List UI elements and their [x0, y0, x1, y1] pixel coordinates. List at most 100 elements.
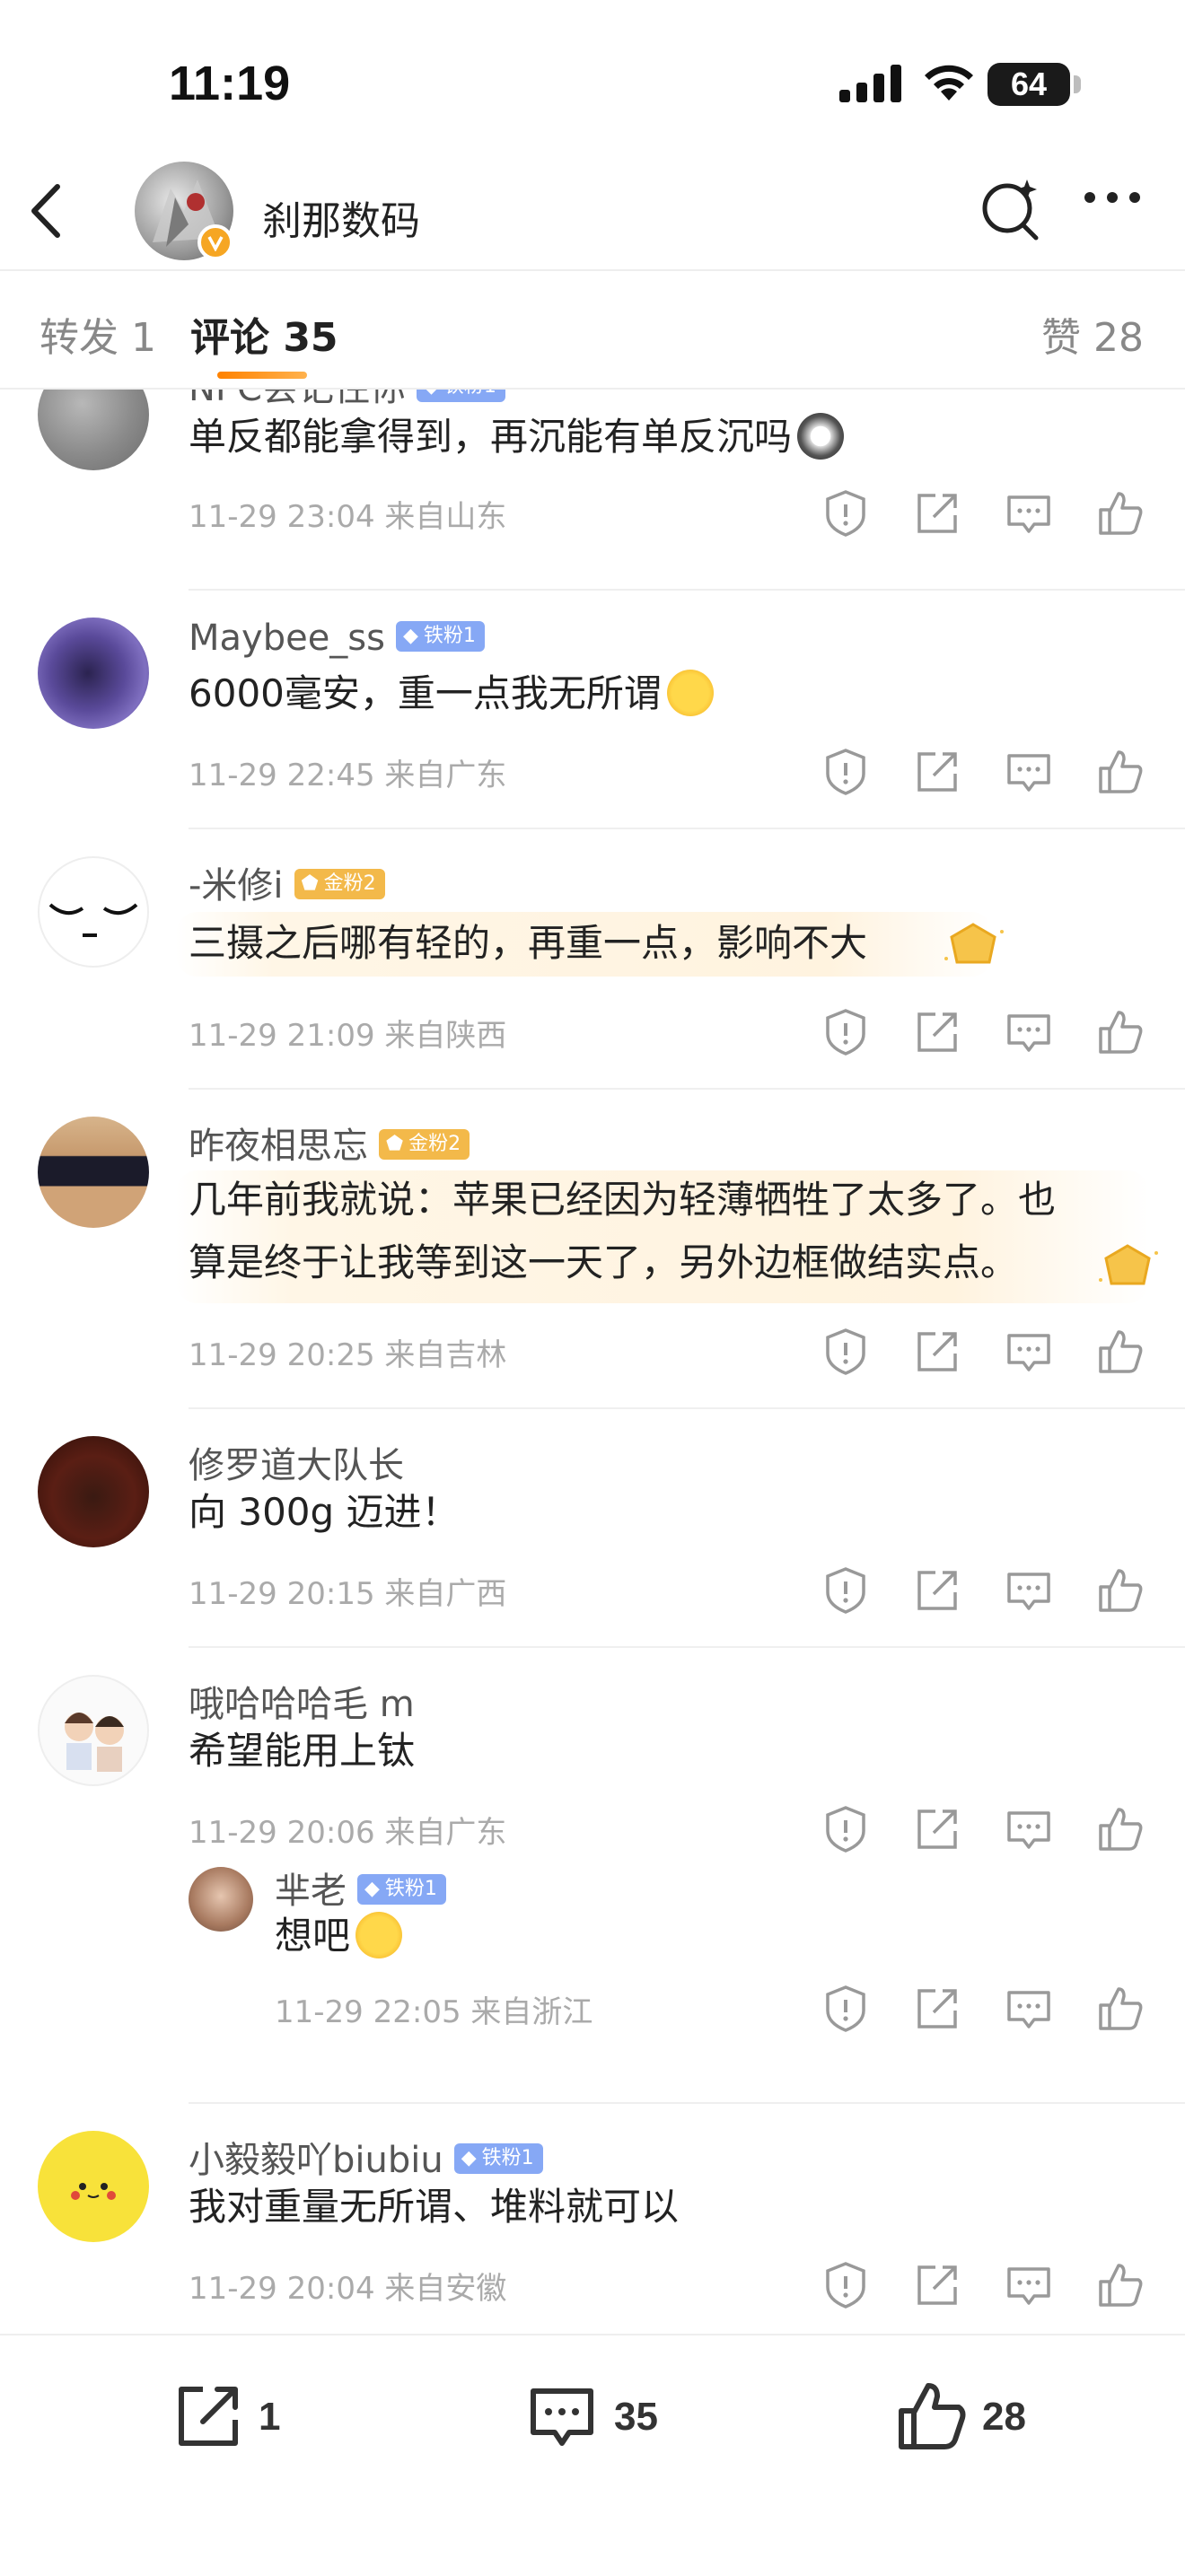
comment-text: 我对重量无所谓、堆料就可以 — [189, 2185, 680, 2229]
fan-badge: ◆铁粉1 — [357, 1874, 446, 1905]
comment-icon[interactable] — [1004, 1007, 1054, 1057]
comment-actions — [821, 488, 1153, 539]
share-icon[interactable] — [912, 1327, 962, 1377]
fan-badge: ◆铁粉1 — [395, 621, 485, 652]
search-icon[interactable] — [980, 176, 1043, 242]
user-avatar[interactable] — [38, 856, 149, 968]
comment-username[interactable]: 小毅毅吖biubiu ◆ 铁粉1 — [189, 2131, 543, 2183]
comment-meta: 11-29 20:04 来自安徽 — [189, 2264, 506, 2308]
comment-time: 11-29 22:05 — [275, 1994, 461, 2030]
user-avatar[interactable] — [38, 1675, 149, 1786]
share-icon[interactable] — [912, 1007, 962, 1057]
report-icon[interactable] — [821, 2260, 871, 2310]
heart-eyes-emoji-icon — [666, 669, 714, 716]
report-icon[interactable] — [821, 488, 871, 539]
fan-badge: ◆铁粉1 — [453, 2143, 543, 2174]
comment-location: 来自广西 — [384, 1576, 507, 1612]
like-icon[interactable] — [1095, 1327, 1146, 1377]
comment-location: 来自浙江 — [470, 1994, 593, 2030]
verified-badge-icon — [198, 224, 233, 260]
wifi-icon — [925, 65, 973, 101]
like-icon[interactable] — [1095, 1984, 1146, 2034]
gem-icon: ⬟ — [386, 1133, 404, 1155]
status-bar: 11:19 64 — [0, 0, 1185, 153]
report-icon[interactable] — [821, 1565, 871, 1616]
share-icon[interactable] — [912, 1984, 962, 2034]
diamond-icon: ◆ — [461, 2147, 477, 2169]
user-avatar[interactable] — [189, 1867, 253, 1932]
comment-username[interactable]: 修罗道大队长 — [189, 1436, 404, 1488]
comment-meta: 11-29 22:05 来自浙江 — [275, 1987, 592, 2031]
comment-username[interactable]: Maybee_ss ◆ 铁粉1 — [189, 618, 485, 659]
like-icon[interactable] — [1095, 1565, 1146, 1616]
battery-icon: 64 — [988, 63, 1070, 106]
share-icon[interactable] — [912, 1565, 962, 1616]
comment-meta: 11-29 22:45 来自广东 — [189, 750, 506, 794]
like-icon[interactable] — [1095, 1007, 1146, 1057]
report-icon[interactable] — [821, 747, 871, 797]
user-avatar[interactable] — [38, 618, 149, 729]
comment-icon[interactable] — [1004, 1804, 1054, 1854]
comment-text-content: 6000毫安，重一点我无所谓 — [189, 671, 662, 715]
panda-emoji-icon — [797, 412, 845, 460]
user-avatar[interactable] — [38, 2131, 149, 2242]
comment-meta: 11-29 20:25 来自吉林 — [189, 1330, 506, 1374]
comment-meta: 11-29 21:09 来自陕西 — [189, 1011, 506, 1055]
share-icon[interactable] — [912, 2260, 962, 2310]
tab-reposts[interactable]: 转发 1 — [40, 305, 156, 363]
fan-badge: ⬟ 金粉2 — [379, 1129, 470, 1160]
comment-icon[interactable] — [1004, 2260, 1054, 2310]
comment-icon[interactable] — [1004, 1984, 1054, 2034]
tab-likes[interactable]: 赞 28 — [1041, 305, 1144, 363]
comment-divider — [189, 828, 1185, 829]
comment-location: 来自安徽 — [384, 2271, 507, 2307]
comment-button[interactable]: 35 — [524, 2377, 686, 2458]
like-icon[interactable] — [1095, 747, 1146, 797]
tab-bar: 转发 1 评论 35 赞 28 — [0, 269, 1185, 390]
comment-location: 来自陕西 — [384, 1018, 507, 1054]
comment-username[interactable]: 昨夜相思忘 ⬟ 金粉2 — [189, 1117, 470, 1169]
report-icon[interactable] — [821, 1804, 871, 1854]
repost-count: 1 — [259, 2395, 281, 2439]
comment-icon[interactable] — [1004, 1565, 1054, 1616]
comment-time: 11-29 21:09 — [189, 1018, 375, 1054]
comment-actions — [821, 747, 1153, 797]
comment-location: 来自山东 — [384, 499, 507, 535]
repost-button[interactable]: 1 — [171, 2377, 296, 2458]
report-icon[interactable] — [821, 1327, 871, 1377]
back-icon[interactable] — [27, 183, 63, 239]
report-icon[interactable] — [821, 1984, 871, 2034]
diamond-icon: ◆ — [424, 390, 439, 398]
like-icon[interactable] — [1095, 1804, 1146, 1854]
like-count: 28 — [982, 2395, 1026, 2439]
more-icon[interactable] — [1083, 188, 1142, 206]
like-button[interactable]: 28 — [894, 2377, 1056, 2458]
comment-time: 11-29 20:06 — [189, 1815, 375, 1851]
comment-icon[interactable] — [1004, 488, 1054, 539]
user-avatar[interactable] — [38, 390, 149, 470]
report-icon[interactable] — [821, 1007, 871, 1057]
comment-text: 希望能用上钛 — [189, 1729, 416, 1773]
thumbs-up-icon — [899, 2383, 966, 2449]
comment-meta: 11-29 20:06 来自广东 — [189, 1808, 506, 1852]
user-avatar[interactable] — [38, 1117, 149, 1228]
comment-username[interactable]: 哦哈哈哈毛 m — [189, 1675, 415, 1727]
tab-comments[interactable]: 评论 35 — [190, 305, 338, 363]
share-icon[interactable] — [912, 488, 962, 539]
gold-fan-crest-icon — [1099, 1244, 1158, 1285]
comment-actions — [821, 1984, 1153, 2034]
comment-icon[interactable] — [1004, 747, 1054, 797]
status-time: 11:19 — [169, 57, 291, 110]
diamond-icon: ◆ — [402, 625, 418, 647]
comment-text-content: 单反都能拿得到，再沉能有单反沉吗 — [189, 415, 793, 459]
comment-username[interactable]: -米修i ⬟ 金粉2 — [189, 856, 385, 908]
share-icon[interactable] — [912, 1804, 962, 1854]
comment-divider — [189, 589, 1185, 591]
comment-time: 11-29 20:04 — [189, 2271, 375, 2307]
like-icon[interactable] — [1095, 488, 1146, 539]
comment-icon[interactable] — [1004, 1327, 1054, 1377]
user-avatar[interactable] — [38, 1436, 149, 1547]
account-name[interactable]: 刹那数码 — [262, 188, 420, 246]
share-icon[interactable] — [912, 747, 962, 797]
like-icon[interactable] — [1095, 2260, 1146, 2310]
